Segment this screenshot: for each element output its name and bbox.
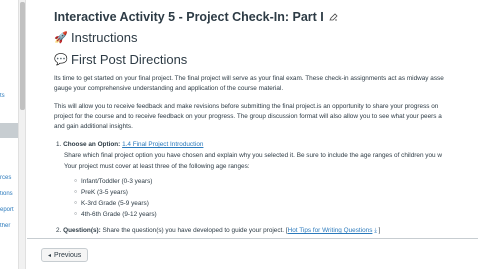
feedback-line-2: project for the course and to receive fe… bbox=[54, 113, 442, 120]
edit-icon[interactable] bbox=[329, 13, 338, 23]
list-number: 2. bbox=[56, 227, 62, 234]
first-post-heading: 💬 First Post Directions bbox=[54, 52, 187, 67]
instructions-heading: 🚀 Instructions bbox=[54, 30, 137, 45]
nav-link-tions[interactable]: tions bbox=[0, 191, 18, 197]
nav-link-ther[interactable]: ther bbox=[0, 223, 18, 229]
intro-line-1: Its time to get started on your final pr… bbox=[54, 75, 444, 82]
list-item-questions: 2. Question(s): Share the question(s) yo… bbox=[56, 227, 380, 235]
page-title-text: Interactive Activity 5 - Project Check-I… bbox=[54, 10, 324, 24]
age-range-item: PreK (3-5 years) bbox=[74, 189, 128, 196]
intro-line-2: gauge your comprehensive understanding a… bbox=[54, 85, 284, 92]
previous-button[interactable]: ◂ Previous bbox=[41, 248, 89, 262]
nav-link-eport[interactable]: eport bbox=[0, 207, 18, 213]
page-title: Interactive Activity 5 - Project Check-I… bbox=[54, 10, 338, 24]
previous-label: Previous bbox=[54, 251, 82, 259]
first-post-heading-text: First Post Directions bbox=[71, 52, 188, 67]
questions-end: ] bbox=[378, 227, 381, 234]
chevron-left-icon: ◂ bbox=[48, 252, 52, 259]
download-icon[interactable]: ⤓ bbox=[374, 228, 377, 234]
feedback-line-3: and gain additional insights. bbox=[54, 123, 133, 130]
final-project-intro-link[interactable]: 1.4 Final Project Introduction bbox=[122, 141, 203, 148]
feedback-paragraph: This will allow you to receive feedback … bbox=[54, 102, 478, 132]
list-item-label: Choose an Option: bbox=[63, 141, 121, 148]
feedback-line-1: This will allow you to receive feedback … bbox=[54, 103, 439, 110]
scrollbar-thumb[interactable] bbox=[20, 2, 25, 110]
footer-bar: ◂ Previous bbox=[27, 238, 478, 269]
nav-active-item[interactable] bbox=[0, 123, 18, 138]
intro-paragraph: Its time to get started on your final pr… bbox=[54, 74, 478, 94]
list-item-choose-option: 1. Choose an Option: 1.4 Final Project I… bbox=[56, 141, 203, 148]
list-number: 1. bbox=[56, 141, 62, 148]
choose-option-text-2: Your project must cover at least three o… bbox=[64, 163, 250, 170]
nav-link-ts[interactable]: ts bbox=[0, 93, 18, 99]
course-nav: ts rces tions eport ther bbox=[0, 0, 18, 269]
assignment-content: Interactive Activity 5 - Project Check-I… bbox=[54, 0, 478, 238]
hot-tips-link[interactable]: Hot Tips for Writing Questions bbox=[288, 227, 373, 234]
nav-scrollbar[interactable] bbox=[18, 0, 26, 269]
age-range-item: Infant/Toddler (0-3 years) bbox=[74, 178, 152, 185]
speech-bubble-icon: 💬 bbox=[54, 54, 68, 66]
list-item-label: Question(s): bbox=[63, 227, 101, 234]
nav-link-rces[interactable]: rces bbox=[0, 175, 18, 181]
choose-option-text-1: Share which final project option you hav… bbox=[64, 152, 442, 159]
questions-text: Share the question(s) you have developed… bbox=[102, 227, 288, 234]
age-range-item: K-3rd Grade (5-9 years) bbox=[74, 200, 149, 207]
rocket-icon: 🚀 bbox=[54, 32, 68, 44]
instructions-heading-text: Instructions bbox=[71, 30, 138, 45]
age-range-item: 4th-6th Grade (9-12 years) bbox=[74, 211, 157, 218]
